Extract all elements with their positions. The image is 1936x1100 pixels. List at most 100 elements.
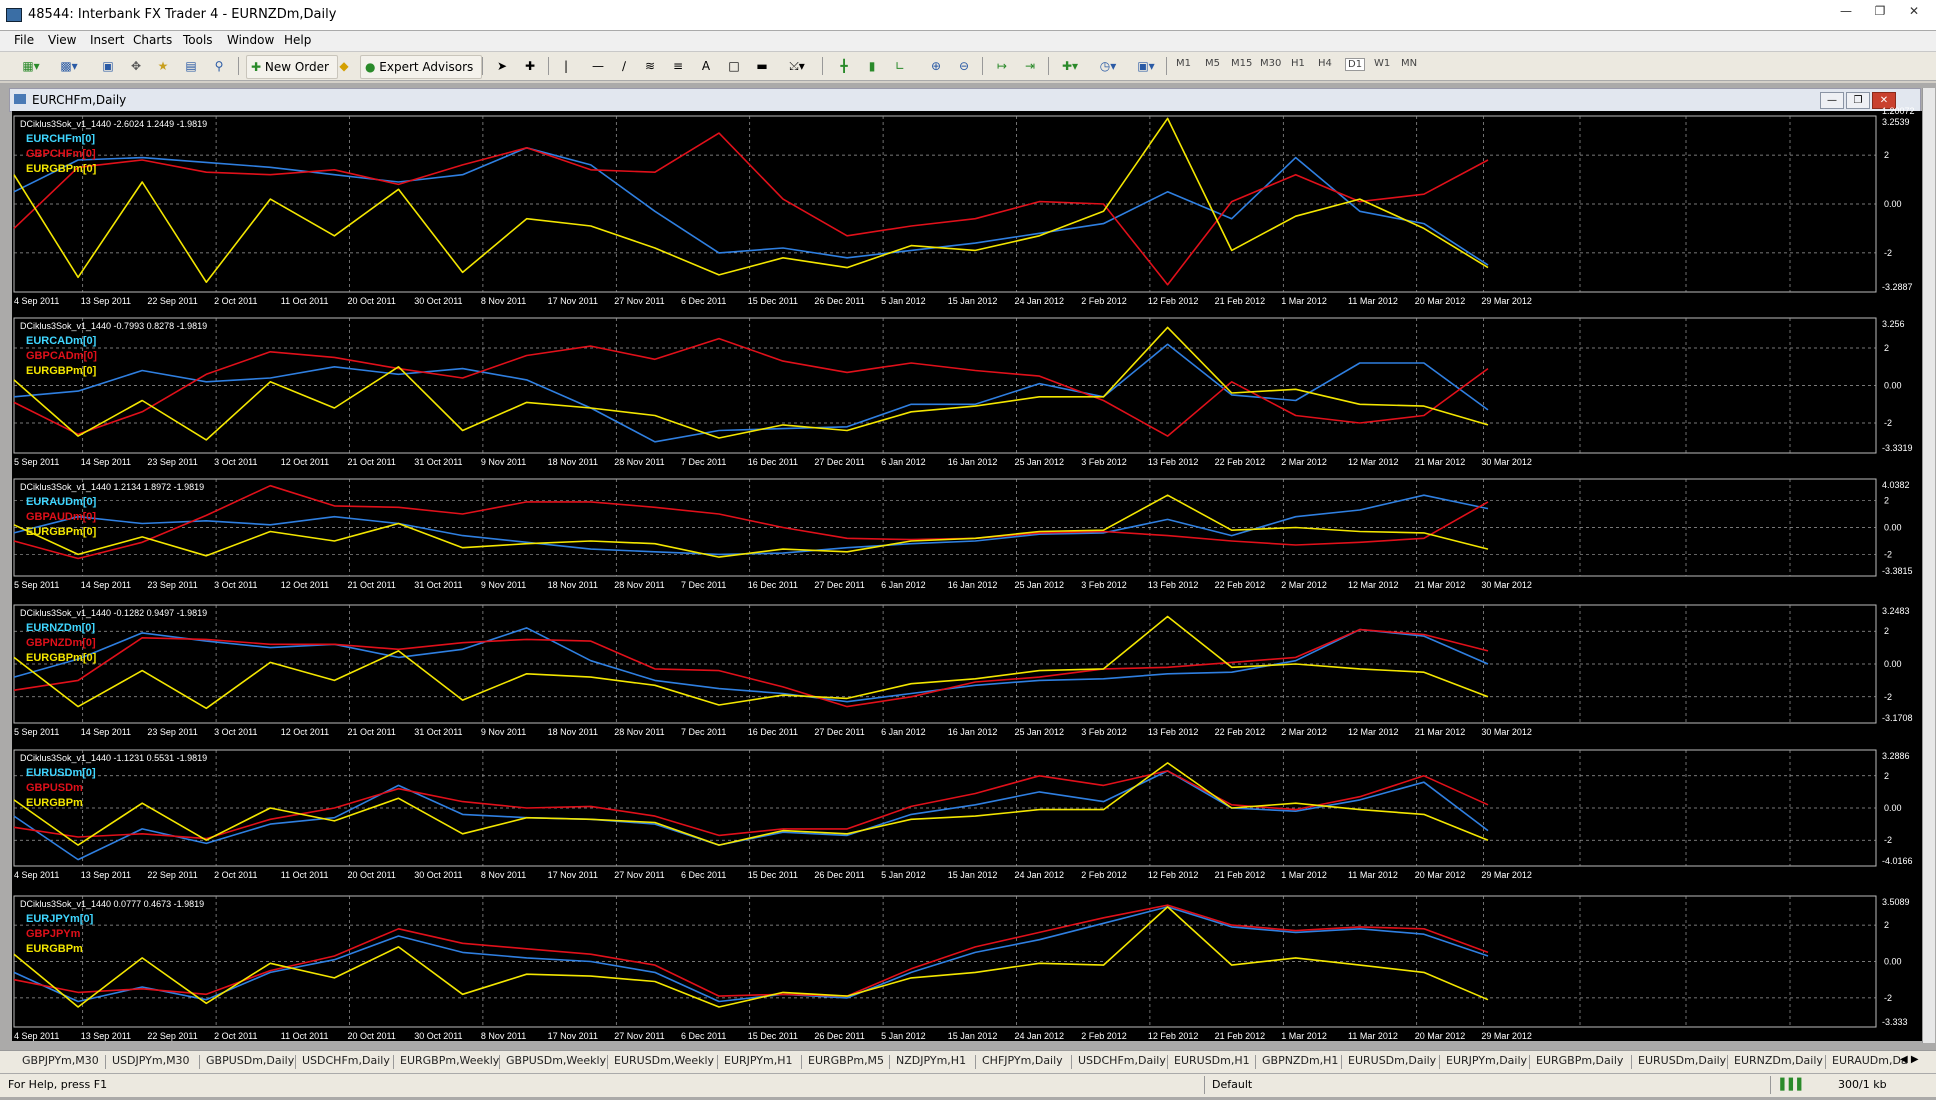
tab-divider	[1825, 1055, 1826, 1069]
x-tick-label: 13 Feb 2012	[1148, 727, 1199, 737]
x-tick-label: 5 Sep 2011	[14, 457, 59, 467]
y-tick-label: 2	[1884, 626, 1889, 636]
x-tick-label: 31 Oct 2011	[414, 727, 462, 737]
series-line-gbpchfm-0-	[13, 132, 1489, 286]
x-tick-label: 21 Mar 2012	[1415, 580, 1466, 590]
series-line-eurusdm-0-	[13, 770, 1489, 861]
x-tick-label: 11 Mar 2012	[1348, 1031, 1398, 1041]
x-tick-label: 15 Jan 2012	[948, 296, 998, 306]
y-tick-label: 2	[1884, 771, 1889, 781]
x-tick-label: 28 Nov 2011	[614, 580, 664, 590]
x-tick-label: 3 Oct 2011	[214, 727, 257, 737]
chart-tab[interactable]: CHFJPYm,Daily	[982, 1054, 1063, 1067]
x-tick-label: 7 Dec 2011	[681, 580, 726, 590]
tab-divider	[1341, 1055, 1342, 1069]
x-tick-label: 24 Jan 2012	[1015, 870, 1065, 880]
chart-tab[interactable]: GBPUSDm,Weekly	[506, 1054, 606, 1067]
tab-divider	[801, 1055, 802, 1069]
x-tick-label: 21 Mar 2012	[1415, 457, 1466, 467]
x-tick-label: 2 Oct 2011	[214, 870, 257, 880]
x-tick-label: 2 Oct 2011	[214, 1031, 257, 1041]
chart-tab[interactable]: EURUSDm,Daily	[1638, 1054, 1726, 1067]
x-tick-label: 29 Mar 2012	[1481, 870, 1532, 880]
x-tick-label: 15 Dec 2011	[748, 296, 798, 306]
tab-divider	[1727, 1055, 1728, 1069]
x-tick-label: 18 Nov 2011	[548, 727, 598, 737]
x-tick-label: 11 Mar 2012	[1348, 296, 1398, 306]
x-tick-label: 2 Feb 2012	[1081, 1031, 1127, 1041]
y-tick-label: 2	[1884, 496, 1889, 506]
chart-tab[interactable]: USDCHFm,Daily	[302, 1054, 390, 1067]
scale-min-label: -3.1708	[1882, 713, 1913, 723]
x-tick-label: 30 Oct 2011	[414, 1031, 462, 1041]
x-tick-label: 20 Mar 2012	[1415, 1031, 1466, 1041]
x-tick-label: 20 Mar 2012	[1415, 296, 1466, 306]
chart-tab[interactable]: EURGBPm,Daily	[1536, 1054, 1623, 1067]
legend-entry: GBPNZDm[0]	[26, 637, 96, 649]
chart-tab[interactable]: GBPNZDm,H1	[1262, 1054, 1338, 1067]
series-line-eurcadm-0-	[13, 343, 1489, 443]
chart-tab[interactable]: EURJPYm,Daily	[1446, 1054, 1527, 1067]
indicator-charts[interactable]: 1.20072 2 0.00 -2 3.2539 -3.2887 4 Sep 2011 13 …	[0, 0, 1936, 1096]
tab-divider	[499, 1055, 500, 1069]
chart-tab[interactable]: USDCHFm,Daily	[1078, 1054, 1166, 1067]
x-tick-label: 1 Mar 2012	[1281, 1031, 1327, 1041]
legend-entry: EURCHFm[0]	[26, 133, 95, 145]
x-tick-label: 23 Sep 2011	[147, 727, 197, 737]
x-tick-label: 15 Jan 2012	[948, 1031, 998, 1041]
x-tick-label: 26 Dec 2011	[814, 1031, 864, 1041]
x-tick-label: 12 Feb 2012	[1148, 1031, 1199, 1041]
x-tick-label: 4 Sep 2011	[14, 296, 59, 306]
x-tick-label: 30 Oct 2011	[414, 296, 462, 306]
x-tick-label: 3 Oct 2011	[214, 457, 257, 467]
chart-tab[interactable]: GBPUSDm,Daily	[206, 1054, 294, 1067]
status-bar: For Help, press F1 Default ▐▐▐ 300/1 kb	[0, 1073, 1936, 1097]
chart-tab[interactable]: EURGBPm,Weekly	[400, 1054, 499, 1067]
x-tick-label: 24 Jan 2012	[1015, 296, 1065, 306]
chart-tab[interactable]: EURGBPm,M5	[808, 1054, 884, 1067]
x-tick-label: 23 Sep 2011	[147, 580, 197, 590]
tab-divider	[1529, 1055, 1530, 1069]
chart-tab[interactable]: EURUSDm,Daily	[1348, 1054, 1436, 1067]
chart-tab[interactable]: EURNZDm,Daily	[1734, 1054, 1823, 1067]
x-tick-label: 12 Mar 2012	[1348, 457, 1399, 467]
series-line-eurgbpm-0-	[13, 494, 1489, 558]
scale-max-label: 4.0382	[1882, 480, 1910, 490]
legend-entry: GBPAUDm[0]	[26, 511, 96, 523]
chart-tab[interactable]: EURAUDm,Da	[1832, 1054, 1908, 1067]
legend-entry: EURJPYm[0]	[26, 913, 94, 925]
status-divider	[1770, 1076, 1771, 1094]
chart-tab[interactable]: EURUSDm,H1	[1174, 1054, 1250, 1067]
x-tick-label: 24 Jan 2012	[1015, 1031, 1065, 1041]
x-tick-label: 17 Nov 2011	[548, 870, 598, 880]
x-tick-label: 6 Dec 2011	[681, 296, 726, 306]
chart-tab[interactable]: EURUSDm,Weekly	[614, 1054, 714, 1067]
y-tick-label: 2	[1884, 343, 1889, 353]
x-tick-label: 5 Jan 2012	[881, 870, 926, 880]
legend-entry: EURNZDm[0]	[26, 622, 95, 634]
x-tick-label: 6 Jan 2012	[881, 457, 926, 467]
x-tick-label: 27 Dec 2011	[814, 727, 864, 737]
chart-tab[interactable]: USDJPYm,M30	[112, 1054, 190, 1067]
x-tick-label: 15 Jan 2012	[948, 870, 998, 880]
chart-tab[interactable]: GBPJPYm,M30	[22, 1054, 99, 1067]
x-tick-label: 11 Oct 2011	[281, 870, 329, 880]
tab-divider	[1439, 1055, 1440, 1069]
x-tick-label: 9 Nov 2011	[481, 457, 526, 467]
indicator-label: DCiklus3Sok_v1_1440 -0.7993 0.8278 -1.98…	[20, 321, 207, 331]
x-tick-label: 18 Nov 2011	[548, 580, 598, 590]
y-tick-label: 0.00	[1884, 957, 1902, 967]
chart-tab[interactable]: NZDJPYm,H1	[896, 1054, 966, 1067]
chart-tab[interactable]: EURJPYm,H1	[724, 1054, 792, 1067]
x-tick-label: 16 Dec 2011	[748, 727, 798, 737]
x-tick-label: 8 Nov 2011	[481, 296, 526, 306]
series-line-eurgbpm	[13, 906, 1489, 1008]
legend-entry: EURGBPm[0]	[26, 163, 97, 175]
x-tick-label: 13 Feb 2012	[1148, 457, 1199, 467]
vertical-scrollbar[interactable]	[1922, 88, 1935, 1043]
x-tick-label: 1 Mar 2012	[1281, 870, 1327, 880]
tab-scroll-arrows[interactable]: ◀ ▶	[1900, 1054, 1919, 1065]
tab-divider	[889, 1055, 890, 1069]
x-tick-label: 21 Mar 2012	[1415, 727, 1466, 737]
tab-divider	[1631, 1055, 1632, 1069]
